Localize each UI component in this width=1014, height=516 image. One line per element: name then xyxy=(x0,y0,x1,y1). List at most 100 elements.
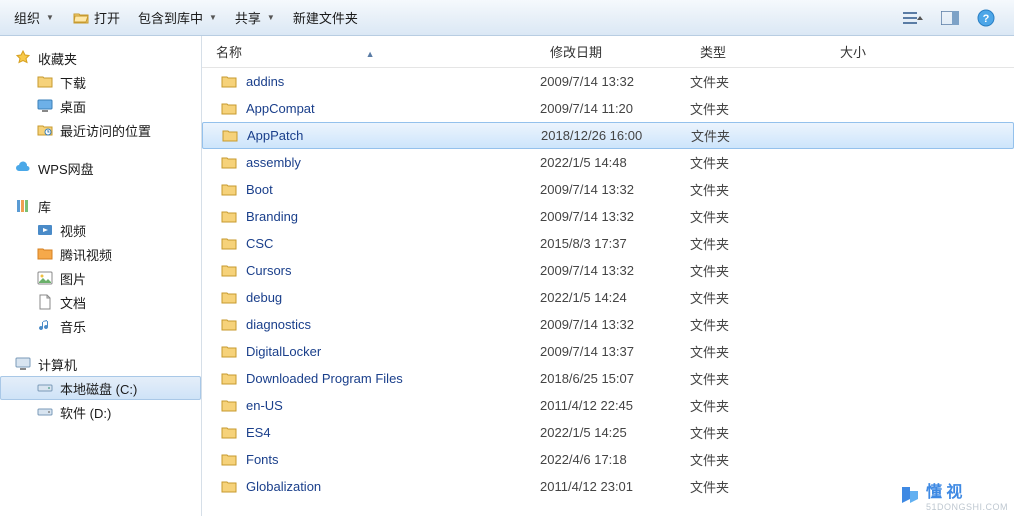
file-type: 文件夹 xyxy=(690,369,830,388)
nav-item-label: 视频 xyxy=(60,221,86,240)
watermark-text: 懂 视 xyxy=(926,484,962,501)
file-name: AppCompat xyxy=(246,101,315,116)
watermark: 懂 视 51DONGSHI.COM xyxy=(898,478,1008,512)
nav-wps[interactable]: WPS网盘 xyxy=(0,156,201,180)
newfolder-button[interactable]: 新建文件夹 xyxy=(285,4,366,31)
nav-item-drive-c[interactable]: 本地磁盘 (C:) xyxy=(0,376,201,400)
file-type: 文件夹 xyxy=(690,72,830,91)
col-name[interactable]: 名称 ▲ xyxy=(202,36,540,67)
file-row[interactable]: assembly2022/1/5 14:48文件夹 xyxy=(202,149,1014,176)
file-date: 2009/7/14 13:32 xyxy=(540,317,690,332)
col-date[interactable]: 修改日期 xyxy=(540,36,690,67)
include-button[interactable]: 包含到库中 ▼ xyxy=(130,4,225,31)
nav-group-favorites: 收藏夹 下载 桌面 最近访问的位置 xyxy=(0,46,201,142)
nav-item-tencent[interactable]: 腾讯视频 xyxy=(0,242,201,266)
file-date: 2018/12/26 16:00 xyxy=(541,128,691,143)
folder-icon xyxy=(220,343,238,361)
file-date: 2009/7/14 13:37 xyxy=(540,344,690,359)
file-row[interactable]: diagnostics2009/7/14 13:32文件夹 xyxy=(202,311,1014,338)
file-type: 文件夹 xyxy=(691,126,831,145)
col-type[interactable]: 类型 xyxy=(690,36,830,67)
chevron-down-icon: ▼ xyxy=(209,13,217,22)
folder-icon xyxy=(36,73,54,91)
preview-pane-button[interactable] xyxy=(936,6,964,30)
file-row[interactable]: DigitalLocker2009/7/14 13:37文件夹 xyxy=(202,338,1014,365)
file-name: Downloaded Program Files xyxy=(246,371,403,386)
organize-button[interactable]: 组织 ▼ xyxy=(6,4,62,31)
nav-item-label: 音乐 xyxy=(60,317,86,336)
nav-libraries[interactable]: 库 xyxy=(0,194,201,218)
file-row[interactable]: Cursors2009/7/14 13:32文件夹 xyxy=(202,257,1014,284)
nav-item-label: 下载 xyxy=(60,73,86,92)
file-row[interactable]: Fonts2022/4/6 17:18文件夹 xyxy=(202,446,1014,473)
nav-item-label: 桌面 xyxy=(60,97,86,116)
file-date: 2009/7/14 13:32 xyxy=(540,209,690,224)
file-type: 文件夹 xyxy=(690,288,830,307)
file-row[interactable]: addins2009/7/14 13:32文件夹 xyxy=(202,68,1014,95)
file-type: 文件夹 xyxy=(690,234,830,253)
sort-asc-icon: ▲ xyxy=(366,49,375,59)
nav-item-drive-d[interactable]: 软件 (D:) xyxy=(0,400,201,424)
nav-item-pictures[interactable]: 图片 xyxy=(0,266,201,290)
watermark-sub: 51DONGSHI.COM xyxy=(926,502,1008,512)
nav-wps-label: WPS网盘 xyxy=(38,159,94,178)
svg-text:?: ? xyxy=(983,13,990,25)
open-button[interactable]: 打开 xyxy=(64,4,128,31)
file-date: 2022/1/5 14:48 xyxy=(540,155,690,170)
nav-item-documents[interactable]: 文档 xyxy=(0,290,201,314)
nav-computer[interactable]: 计算机 xyxy=(0,352,201,376)
document-icon xyxy=(36,293,54,311)
folder-icon xyxy=(220,208,238,226)
file-type: 文件夹 xyxy=(690,477,830,496)
file-row[interactable]: Branding 2009/7/14 13:32文件夹 xyxy=(202,203,1014,230)
nav-item-videos[interactable]: 视频 xyxy=(0,218,201,242)
file-type: 文件夹 xyxy=(690,423,830,442)
nav-item-downloads[interactable]: 下载 xyxy=(0,70,201,94)
nav-item-music[interactable]: 音乐 xyxy=(0,314,201,338)
nav-favorites[interactable]: 收藏夹 xyxy=(0,46,201,70)
nav-pane: 收藏夹 下载 桌面 最近访问的位置 WPS网盘 xyxy=(0,36,202,516)
file-row[interactable]: Globalization2011/4/12 23:01文件夹 xyxy=(202,473,1014,500)
folder-icon xyxy=(220,397,238,415)
file-type: 文件夹 xyxy=(690,207,830,226)
help-button[interactable]: ? xyxy=(972,6,1000,30)
file-row[interactable]: ES42022/1/5 14:25文件夹 xyxy=(202,419,1014,446)
folder-icon xyxy=(220,289,238,307)
file-row[interactable]: Boot2009/7/14 13:32文件夹 xyxy=(202,176,1014,203)
file-row[interactable]: en-US2011/4/12 22:45文件夹 xyxy=(202,392,1014,419)
chevron-down-icon: ▼ xyxy=(267,13,275,22)
file-name: Branding xyxy=(246,209,298,224)
nav-item-recent[interactable]: 最近访问的位置 xyxy=(0,118,201,142)
file-name: debug xyxy=(246,290,282,305)
open-label: 打开 xyxy=(94,8,120,27)
file-row[interactable]: Downloaded Program Files2018/6/25 15:07文… xyxy=(202,365,1014,392)
file-row[interactable]: debug2022/1/5 14:24文件夹 xyxy=(202,284,1014,311)
file-row[interactable]: AppPatch2018/12/26 16:00文件夹 xyxy=(202,122,1014,149)
nav-group-wps: WPS网盘 xyxy=(0,156,201,180)
file-name: diagnostics xyxy=(246,317,311,332)
col-type-label: 类型 xyxy=(700,45,726,60)
view-options-button[interactable] xyxy=(900,6,928,30)
file-list: addins2009/7/14 13:32文件夹AppCompat2009/7/… xyxy=(202,68,1014,500)
share-label: 共享 xyxy=(235,8,261,27)
file-date: 2009/7/14 13:32 xyxy=(540,263,690,278)
nav-favorites-label: 收藏夹 xyxy=(38,49,77,68)
col-size-label: 大小 xyxy=(840,45,866,60)
main: 收藏夹 下载 桌面 最近访问的位置 WPS网盘 xyxy=(0,36,1014,516)
col-size[interactable]: 大小 xyxy=(830,36,930,67)
file-date: 2022/1/5 14:25 xyxy=(540,425,690,440)
file-type: 文件夹 xyxy=(690,261,830,280)
share-button[interactable]: 共享 ▼ xyxy=(227,4,283,31)
folder-open-icon xyxy=(72,9,90,27)
video-icon xyxy=(36,221,54,239)
file-row[interactable]: CSC2015/8/3 17:37文件夹 xyxy=(202,230,1014,257)
file-row[interactable]: AppCompat2009/7/14 11:20文件夹 xyxy=(202,95,1014,122)
folder-icon xyxy=(220,424,238,442)
file-date: 2011/4/12 22:45 xyxy=(540,398,690,413)
drive-icon xyxy=(36,379,54,397)
nav-libraries-label: 库 xyxy=(38,197,51,216)
picture-icon xyxy=(36,269,54,287)
cloud-icon xyxy=(14,159,32,177)
nav-item-desktop[interactable]: 桌面 xyxy=(0,94,201,118)
column-headers: 名称 ▲ 修改日期 类型 大小 xyxy=(202,36,1014,68)
